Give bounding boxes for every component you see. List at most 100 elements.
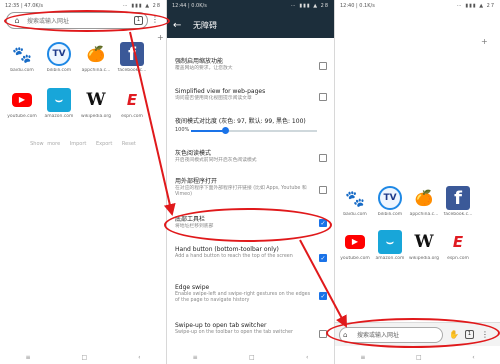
shortcut-tile[interactable]: E espn.com: [116, 88, 148, 119]
shortcut-tile[interactable]: W wikipedia.org: [408, 230, 440, 261]
facebook-icon: f: [120, 42, 144, 66]
shortcut-tile[interactable]: f facebook.c...: [442, 186, 474, 217]
status-icons: ⋯ ▮▮▮ ▲ 27: [456, 3, 495, 9]
shortcut-label: facebook.c...: [117, 68, 147, 73]
facebook-icon: f: [446, 186, 470, 210]
shortcut-label: amazon.com: [44, 114, 74, 119]
shortcut-label: baidu.com: [343, 212, 367, 217]
back-nav-icon[interactable]: ‹: [472, 354, 474, 361]
shortcut-tile[interactable]: 🍊 appchina.c...: [80, 42, 112, 73]
setting-force-zoom[interactable]: 强制启用缩放功能 覆盖网站的要求，让您放大: [175, 58, 330, 72]
home-nav-icon[interactable]: □: [416, 354, 422, 361]
shortcut-tile[interactable]: ▶ youtube.com: [6, 88, 38, 119]
bottom-toolbar-checkbox[interactable]: ✓: [319, 219, 327, 227]
contrast-slider[interactable]: [191, 127, 317, 134]
shortcut-label: youtube.com: [7, 114, 37, 119]
import-link[interactable]: Import: [70, 141, 87, 147]
menu-nav-icon[interactable]: ≡: [25, 354, 30, 361]
status-time: 12:40 | 0.1K/s: [340, 3, 375, 9]
shortcut-tile[interactable]: E espn.com: [442, 230, 474, 261]
simplified-view-checkbox[interactable]: [319, 93, 327, 101]
status-time: 12:44 | 0.0K/s: [172, 3, 207, 9]
home-icon[interactable]: ⌂: [11, 16, 23, 25]
back-nav-icon[interactable]: ‹: [306, 354, 308, 361]
setting-title: 用外部程序打开: [175, 178, 218, 185]
export-link[interactable]: Export: [96, 141, 112, 147]
shortcut-tile[interactable]: f facebook.c...: [116, 42, 148, 73]
back-arrow-icon[interactable]: ←: [173, 20, 187, 31]
force-zoom-checkbox[interactable]: [319, 62, 327, 70]
setting-night-contrast: 夜间模式对比度 (灰色: 97, 默认: 99, 黑色: 100): [175, 118, 330, 126]
menu-nav-icon[interactable]: ≡: [360, 354, 365, 361]
shortcut-tile[interactable]: ⌣ amazon.com: [43, 88, 75, 119]
baidu-icon: 🐾: [343, 186, 367, 210]
home-nav-icon[interactable]: □: [249, 354, 255, 361]
setting-hand-button[interactable]: Hand button (bottom-toolbar only) Add a …: [175, 246, 330, 260]
shortcut-tile[interactable]: W wikipedia.org: [80, 88, 112, 119]
shortcut-tile[interactable]: TV bilibili.com: [374, 186, 406, 217]
shortcut-label: wikipedia.org: [80, 114, 112, 119]
youtube-icon: ▶: [10, 88, 34, 112]
add-shortcut-icon[interactable]: +: [157, 33, 164, 42]
address-bar[interactable]: ⌂ 搜索或输入网址: [339, 326, 443, 343]
youtube-glyph: ▶: [345, 235, 365, 249]
shortcut-label: wikipedia.org: [408, 256, 440, 261]
espn-icon: E: [120, 88, 144, 112]
swipe-up-checkbox[interactable]: [319, 330, 327, 338]
shortcut-label: espn.com: [121, 114, 143, 119]
setting-title: Hand button (bottom-toolbar only): [175, 246, 279, 253]
bottom-toolbar: ⌂ 搜索或输入网址 ✋ 1 ⋮: [335, 322, 500, 346]
reset-link[interactable]: Reset: [122, 141, 136, 147]
setting-subtitle: 开启夜间模式前同时开启灰色阅读模式: [175, 158, 257, 163]
setting-title: Swipe-up to open tab switcher: [175, 322, 267, 329]
setting-edge-swipe[interactable]: Edge swipe Enable swipe-left and swipe-r…: [175, 284, 330, 304]
back-nav-icon[interactable]: ‹: [138, 354, 140, 361]
status-time: 12:35 | 47.0K/s: [5, 3, 43, 9]
appchina-icon: 🍊: [412, 186, 436, 210]
home-nav-icon[interactable]: □: [81, 354, 87, 361]
tab-count-button[interactable]: 1: [134, 16, 143, 25]
setting-title: 灰色阅读模式: [175, 150, 212, 157]
shortcut-tile[interactable]: 🐾 baidu.com: [339, 186, 371, 217]
setting-bottom-toolbar[interactable]: 底部工具栏 将地址栏移到底部: [175, 216, 330, 230]
bilibili-icon: TV: [378, 186, 402, 210]
home-icon[interactable]: ⌂: [343, 331, 353, 339]
more-menu-icon[interactable]: ⋮: [480, 330, 490, 339]
shortcut-tile[interactable]: ⌣ amazon.com: [374, 230, 406, 261]
youtube-icon: ▶: [343, 230, 367, 254]
show-more-link[interactable]: Show more: [30, 141, 60, 147]
address-placeholder: 搜索或输入网址: [357, 332, 400, 339]
setting-swipe-up-tabs[interactable]: Swipe-up to open tab switcher Swipe-up o…: [175, 322, 330, 336]
setting-subtitle: 覆盖网站的要求，让您放大: [175, 66, 233, 71]
amazon-icon: ⌣: [47, 88, 71, 112]
hand-icon[interactable]: ✋: [449, 330, 459, 339]
shortcut-tile[interactable]: ▶ youtube.com: [339, 230, 371, 261]
contrast-value: 100%: [175, 127, 190, 133]
edge-swipe-checkbox[interactable]: ✓: [319, 292, 327, 300]
contrast-slider-knob[interactable]: [222, 127, 230, 134]
amazon-icon: ⌣: [378, 230, 402, 254]
gray-reading-checkbox[interactable]: [319, 154, 327, 162]
address-bar[interactable]: ⌂ 搜索或输入网址 1: [6, 12, 148, 29]
status-bar: 12:40 | 0.1K/s ⋯ ▮▮▮ ▲ 27: [335, 0, 500, 12]
setting-simplified-view[interactable]: Simplified view for web-pages 询问是否使用简化视图…: [175, 88, 330, 102]
shortcut-tile[interactable]: 🍊 appchina.c...: [408, 186, 440, 217]
wikipedia-icon: W: [84, 88, 108, 112]
setting-gray-reading[interactable]: 灰色阅读模式 开启夜间模式前同时开启灰色阅读模式: [175, 150, 330, 164]
shortcut-label: bilibili.com: [377, 212, 403, 217]
more-menu-icon[interactable]: ⋮: [151, 15, 159, 24]
setting-open-external[interactable]: 用外部程序打开 在对应的程序下面外部程序打开链接 (比如 Apps, Youtu…: [175, 178, 330, 198]
add-shortcut-icon[interactable]: +: [481, 37, 488, 46]
wikipedia-icon: W: [412, 230, 436, 254]
page-title: 无障碍: [193, 20, 217, 30]
shortcut-tile[interactable]: TV bilibili.com: [43, 42, 75, 73]
shortcut-tile[interactable]: 🐾 baidu.com: [6, 42, 38, 73]
menu-nav-icon[interactable]: ≡: [193, 354, 198, 361]
system-nav-bar: ≡ □ ‹: [167, 350, 334, 364]
hand-button-checkbox[interactable]: ✓: [319, 254, 327, 262]
shortcut-label: bilibili.com: [46, 68, 72, 73]
setting-title: 底部工具栏: [175, 216, 206, 223]
tab-count-button[interactable]: 1: [465, 330, 474, 339]
open-external-checkbox[interactable]: [319, 186, 327, 194]
setting-subtitle: Swipe-up on the toolbar to open the tab …: [175, 330, 293, 335]
